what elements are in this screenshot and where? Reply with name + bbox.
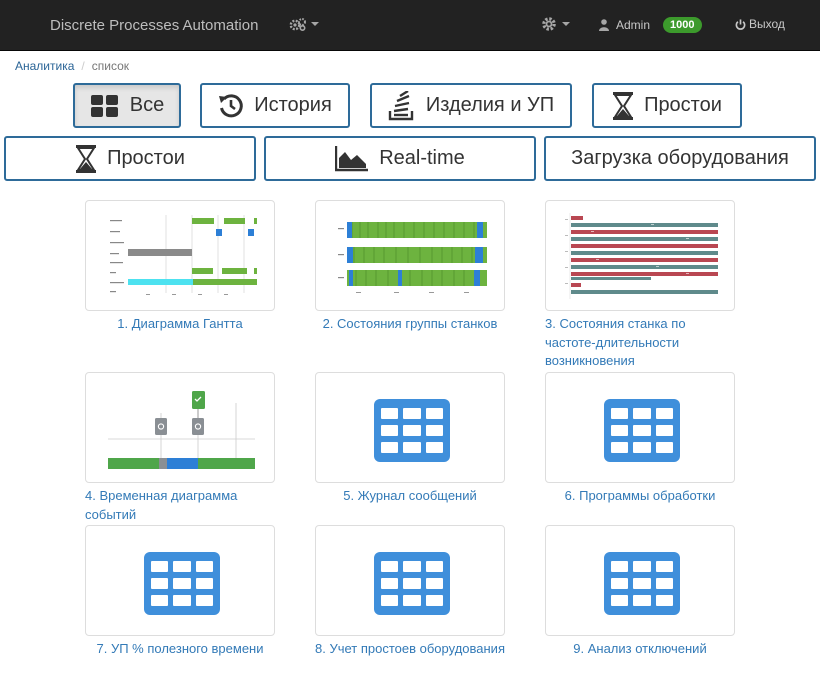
power-icon	[735, 18, 746, 30]
filter-button-products[interactable]: Изделия и УП	[370, 83, 572, 128]
table-icon-thumbnail[interactable]	[85, 525, 275, 636]
report-title[interactable]: 4. Временная диаграмма событий	[85, 487, 275, 524]
filter-label: Простои	[644, 94, 722, 116]
user-name: Admin	[616, 18, 651, 32]
report-card-shutdown-analysis[interactable]: 9. Анализ отключений	[545, 525, 735, 659]
report-title[interactable]: 3. Состояния станка по частоте-длительно…	[545, 315, 735, 371]
cogs-icon	[289, 18, 306, 31]
table-icon-thumbnail[interactable]	[315, 525, 505, 636]
report-title[interactable]: 1. Диаграмма Гантта	[85, 315, 275, 334]
report-card-event-timeline[interactable]: 4. Временная диаграмма событий	[85, 372, 275, 524]
machine-group-states-thumbnail[interactable]	[315, 200, 505, 311]
app-brand[interactable]: Discrete Processes Automation	[50, 17, 258, 34]
filter-button-downtime[interactable]: Простои	[592, 83, 742, 128]
filter-button-history[interactable]: История	[200, 83, 350, 128]
report-title[interactable]: 5. Журнал сообщений	[315, 487, 505, 506]
breadcrumb-current: список	[91, 59, 130, 73]
report-card-useful-time[interactable]: 7. УП % полезного времени	[85, 525, 275, 659]
history-icon	[219, 93, 243, 117]
settings-menu[interactable]	[541, 16, 570, 32]
table-icon	[374, 399, 450, 462]
table-icon	[604, 552, 680, 615]
table-icon	[144, 552, 220, 615]
report-title[interactable]: 2. Состояния группы станков	[315, 315, 505, 334]
report-card-machining-programs[interactable]: 6. Программы обработки	[545, 372, 735, 506]
stack-icon	[388, 90, 414, 120]
report-title[interactable]: 9. Анализ отключений	[545, 640, 735, 659]
chevron-down-icon	[311, 22, 319, 26]
report-card-message-log[interactable]: 5. Журнал сообщений	[315, 372, 505, 506]
report-card-machine-states-frequency[interactable]: 3. Состояния станка по частоте-длительно…	[545, 200, 735, 371]
logout-link[interactable]: Выход	[735, 17, 785, 31]
hourglass-icon	[76, 144, 97, 173]
area-chart-icon	[335, 145, 369, 171]
filter-label: Загрузка оборудования	[571, 147, 789, 169]
filter-button-equipment-load[interactable]: Загрузка оборудования	[544, 136, 816, 181]
gear-icon	[542, 17, 556, 31]
table-icon	[604, 399, 680, 462]
chevron-down-icon	[562, 22, 570, 26]
user-balance-badge: 1000	[663, 17, 702, 33]
hourglass-icon	[613, 91, 634, 120]
breadcrumb-separator: /	[81, 59, 85, 73]
report-title[interactable]: 7. УП % полезного времени	[85, 640, 275, 659]
filter-label: История	[254, 94, 332, 116]
filter-button-downtime-2[interactable]: Простои	[4, 136, 256, 181]
filter-label: Изделия и УП	[425, 94, 555, 116]
report-card-gantt[interactable]: 1. Диаграмма Гантта	[85, 200, 275, 334]
top-navbar: Discrete Processes Automation Admin 1000	[0, 0, 820, 51]
table-icon-thumbnail[interactable]	[315, 372, 505, 483]
user-menu[interactable]: Admin 1000	[599, 17, 702, 33]
table-icon-thumbnail[interactable]	[545, 525, 735, 636]
user-icon	[599, 19, 609, 31]
logout-label: Выход	[749, 17, 785, 31]
machine-states-frequency-thumbnail[interactable]	[545, 200, 735, 311]
filter-button-all[interactable]: Все	[73, 83, 181, 128]
report-title[interactable]: 8. Учет простоев оборудования	[315, 640, 505, 659]
gantt-thumbnail[interactable]	[85, 200, 275, 311]
filter-label: Простои	[107, 147, 185, 169]
event-timeline-thumbnail[interactable]	[85, 372, 275, 483]
table-icon-thumbnail[interactable]	[545, 372, 735, 483]
report-title[interactable]: 6. Программы обработки	[545, 487, 735, 506]
modules-menu[interactable]	[289, 17, 319, 31]
filter-button-realtime[interactable]: Real-time	[264, 136, 536, 181]
report-card-machine-group-states[interactable]: 2. Состояния группы станков	[315, 200, 505, 334]
filter-label: Все	[129, 94, 165, 116]
breadcrumb-link-analytics[interactable]: Аналитика	[15, 59, 74, 73]
report-card-downtime-accounting[interactable]: 8. Учет простоев оборудования	[315, 525, 505, 659]
breadcrumb: Аналитика / список	[15, 59, 129, 73]
grid-icon	[90, 94, 118, 117]
table-icon	[374, 552, 450, 615]
filter-label: Real-time	[379, 147, 465, 169]
